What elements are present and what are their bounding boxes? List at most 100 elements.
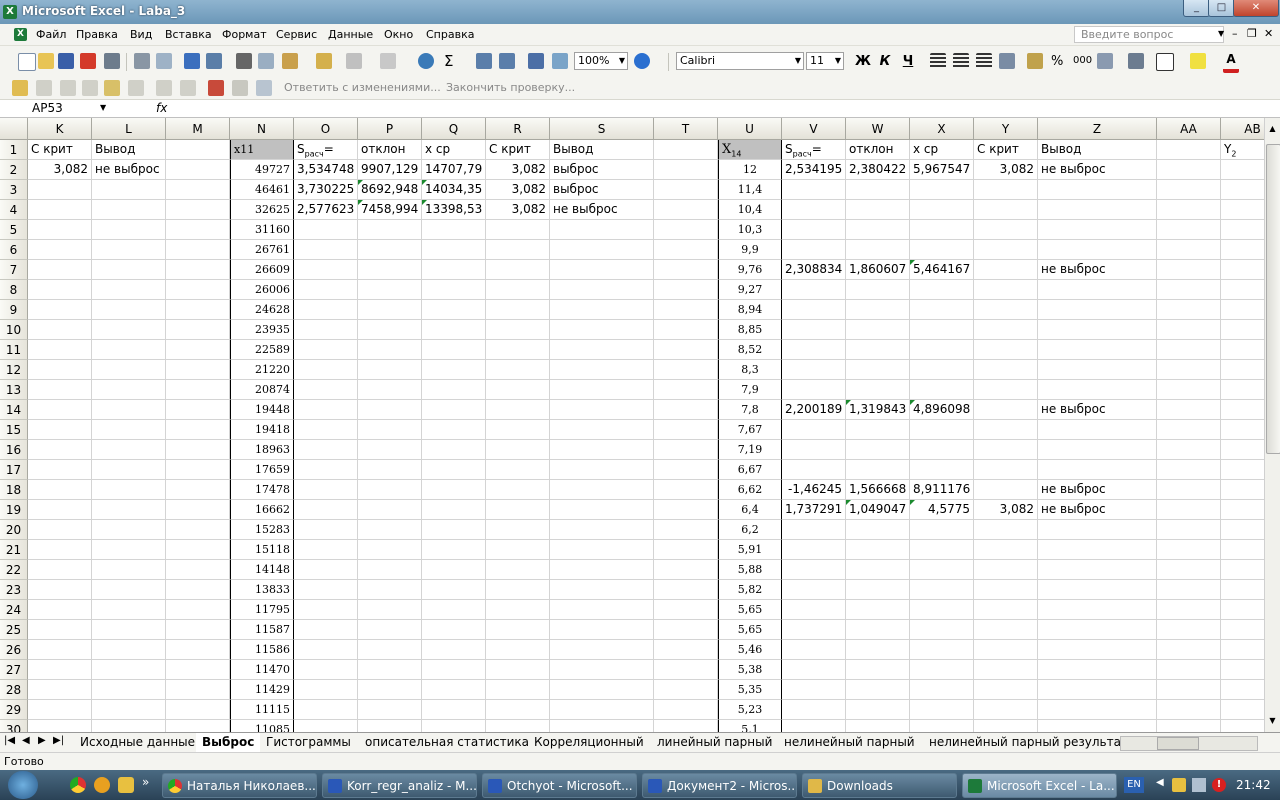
cell-v28[interactable] — [782, 680, 846, 700]
cell-z24[interactable] — [1038, 600, 1157, 620]
cell-y15[interactable] — [974, 420, 1038, 440]
cell-v20[interactable] — [782, 520, 846, 540]
sheet-tab-histograms[interactable]: Гистограммы — [260, 733, 357, 752]
cell-x13[interactable] — [910, 380, 974, 400]
cell-t22[interactable] — [654, 560, 718, 580]
align-center-icon[interactable] — [953, 53, 969, 69]
cell-n30[interactable]: 11085 — [230, 720, 294, 732]
cell-aa11[interactable] — [1157, 340, 1221, 360]
column-header-r[interactable]: R — [486, 118, 550, 140]
cell-l27[interactable] — [92, 660, 166, 680]
cell-n18[interactable]: 17478 — [230, 480, 294, 500]
tray-app-icon[interactable] — [1172, 778, 1186, 792]
cell-q30[interactable] — [422, 720, 486, 732]
cell-t5[interactable] — [654, 220, 718, 240]
cell-aa6[interactable] — [1157, 240, 1221, 260]
first-sheet-button[interactable]: |◀ — [4, 735, 15, 746]
cell-o6[interactable] — [294, 240, 358, 260]
cell-l17[interactable] — [92, 460, 166, 480]
cell-x23[interactable] — [910, 580, 974, 600]
cell-w16[interactable] — [846, 440, 910, 460]
cell-y25[interactable] — [974, 620, 1038, 640]
cell-y13[interactable] — [974, 380, 1038, 400]
workbook-icon[interactable]: X — [14, 28, 27, 41]
cell-z17[interactable] — [1038, 460, 1157, 480]
copy-icon[interactable] — [258, 53, 274, 69]
cell-k8[interactable] — [28, 280, 92, 300]
cell-v1[interactable]: Sрасч= — [782, 140, 846, 160]
name-box[interactable]: AP53 — [0, 100, 115, 117]
cell-p5[interactable] — [358, 220, 422, 240]
cell-n5[interactable]: 31160 — [230, 220, 294, 240]
cell-ab23[interactable]: 7 — [1221, 580, 1264, 600]
cell-v16[interactable] — [782, 440, 846, 460]
cell-aa16[interactable] — [1157, 440, 1221, 460]
column-header-y[interactable]: Y — [974, 118, 1038, 140]
cell-m13[interactable] — [166, 380, 230, 400]
cell-w9[interactable] — [846, 300, 910, 320]
cell-q16[interactable] — [422, 440, 486, 460]
cell-q24[interactable] — [422, 600, 486, 620]
cell-x10[interactable] — [910, 320, 974, 340]
column-header-n[interactable]: N — [230, 118, 294, 140]
cell-k1[interactable]: С крит — [28, 140, 92, 160]
cell-s28[interactable] — [550, 680, 654, 700]
cell-y1[interactable]: С крит — [974, 140, 1038, 160]
cell-y8[interactable] — [974, 280, 1038, 300]
row-header-14[interactable]: 14 — [0, 400, 28, 420]
cell-l3[interactable] — [92, 180, 166, 200]
cell-ab13[interactable]: 17 — [1221, 380, 1264, 400]
cell-p4[interactable]: 7458,994 — [358, 200, 422, 220]
paste-icon[interactable] — [282, 53, 298, 69]
cell-p9[interactable] — [358, 300, 422, 320]
cell-l13[interactable] — [92, 380, 166, 400]
column-header-p[interactable]: P — [358, 118, 422, 140]
cell-n14[interactable]: 19448 — [230, 400, 294, 420]
cell-u19[interactable]: 6,4 — [718, 500, 782, 520]
cell-s5[interactable] — [550, 220, 654, 240]
cell-z16[interactable] — [1038, 440, 1157, 460]
cell-n29[interactable]: 11115 — [230, 700, 294, 720]
sheet-tab-descriptive-stats[interactable]: описательная статистика — [359, 733, 535, 752]
cell-t1[interactable] — [654, 140, 718, 160]
borders-icon[interactable] — [1156, 53, 1174, 71]
cell-o7[interactable] — [294, 260, 358, 280]
row-header-6[interactable]: 6 — [0, 240, 28, 260]
cell-aa15[interactable] — [1157, 420, 1221, 440]
menu-view[interactable]: Вид — [130, 28, 152, 41]
eraser-icon[interactable] — [180, 80, 196, 96]
cell-m12[interactable] — [166, 360, 230, 380]
cell-y16[interactable] — [974, 440, 1038, 460]
cell-p18[interactable] — [358, 480, 422, 500]
cell-p6[interactable] — [358, 240, 422, 260]
cell-r28[interactable] — [486, 680, 550, 700]
cell-o30[interactable] — [294, 720, 358, 732]
cell-p14[interactable] — [358, 400, 422, 420]
cell-p16[interactable] — [358, 440, 422, 460]
sort-ascending-icon[interactable] — [476, 53, 492, 69]
cell-s16[interactable] — [550, 440, 654, 460]
cell-r26[interactable] — [486, 640, 550, 660]
cell-s24[interactable] — [550, 600, 654, 620]
cell-l7[interactable] — [92, 260, 166, 280]
cell-m25[interactable] — [166, 620, 230, 640]
cell-v8[interactable] — [782, 280, 846, 300]
cell-x24[interactable] — [910, 600, 974, 620]
cell-v25[interactable] — [782, 620, 846, 640]
cell-y22[interactable] — [974, 560, 1038, 580]
row-header-24[interactable]: 24 — [0, 600, 28, 620]
cell-v27[interactable] — [782, 660, 846, 680]
cell-p20[interactable] — [358, 520, 422, 540]
cell-x5[interactable] — [910, 220, 974, 240]
spreadsheet-grid[interactable]: K L M N O P Q R S T U V W X Y Z AA AB 1 2 3 4 5 6 7 8 9 10 11 12 13 14 1… — [0, 118, 1264, 732]
cell-y2[interactable]: 3,082 — [974, 160, 1038, 180]
cell-l28[interactable] — [92, 680, 166, 700]
cell-q10[interactable] — [422, 320, 486, 340]
cell-x15[interactable] — [910, 420, 974, 440]
cell-v15[interactable] — [782, 420, 846, 440]
cell-r11[interactable] — [486, 340, 550, 360]
insert-function-button[interactable]: fx — [156, 101, 167, 115]
cell-ab15[interactable]: 11 — [1221, 420, 1264, 440]
decrease-decimal-icon[interactable] — [1097, 53, 1113, 69]
menu-edit[interactable]: Правка — [76, 28, 118, 41]
